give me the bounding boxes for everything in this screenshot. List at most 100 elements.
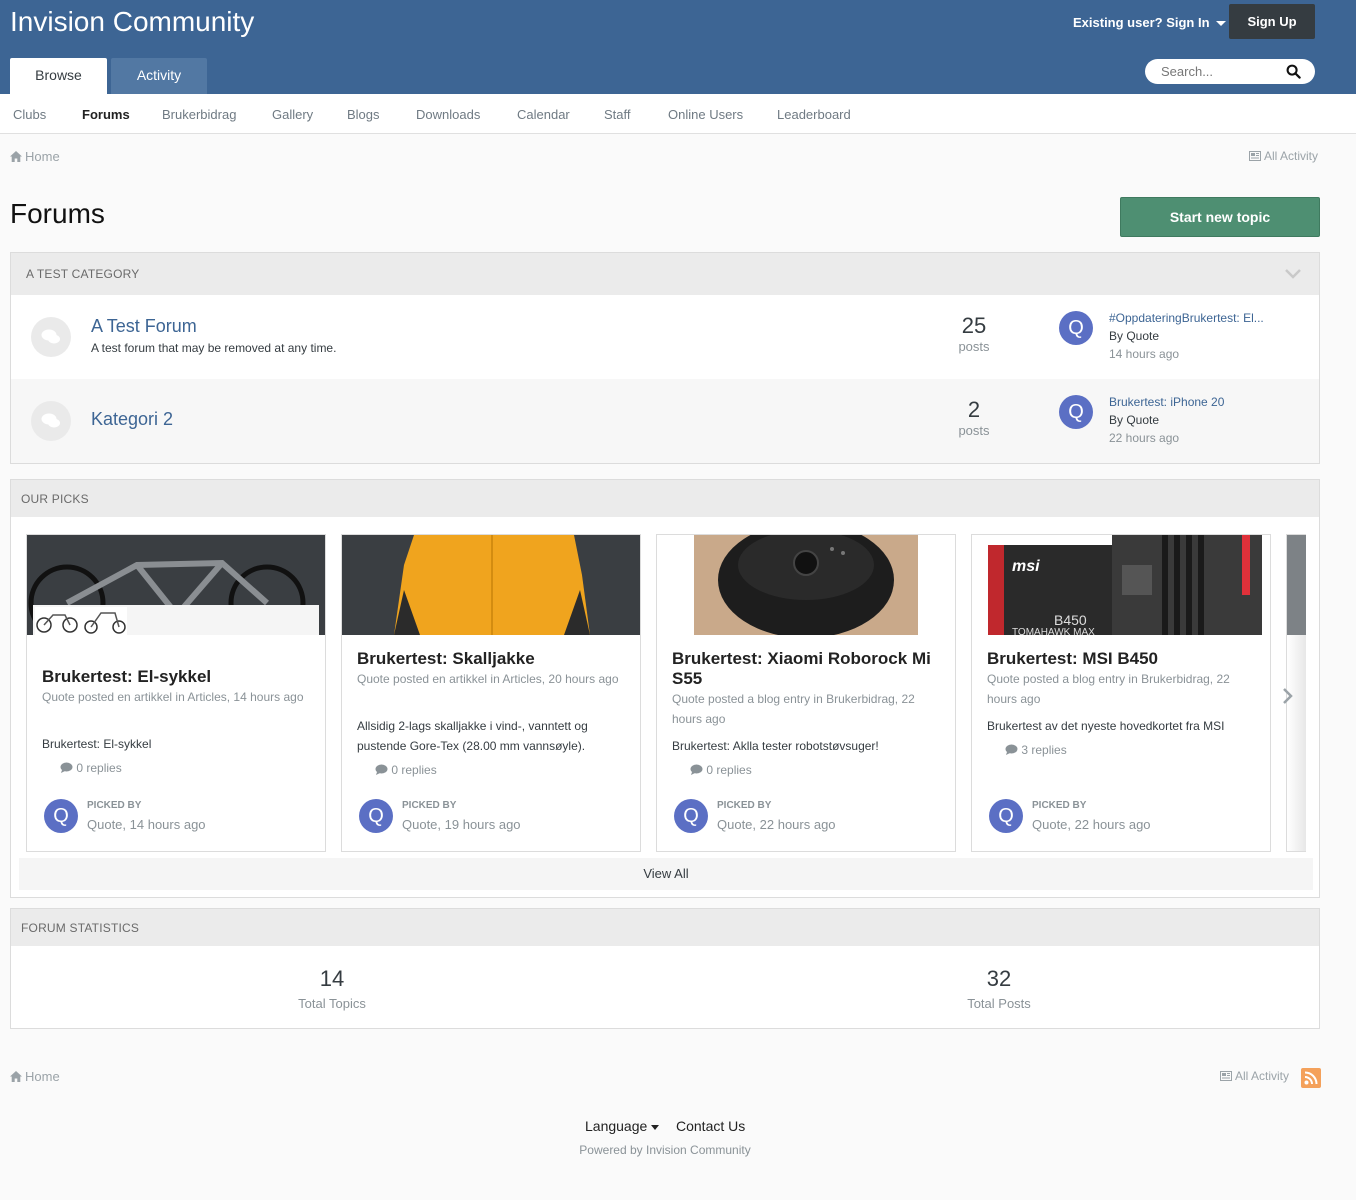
subnav-blogs[interactable]: Blogs bbox=[347, 107, 380, 122]
forum-title[interactable]: Kategori 2 bbox=[91, 409, 173, 430]
subnav-brukerbidrag[interactable]: Brukerbidrag bbox=[162, 107, 236, 122]
comment-icon bbox=[60, 762, 73, 773]
footer-breadcrumb-home[interactable]: Home bbox=[10, 1069, 60, 1084]
forum-post-count: 2 posts bbox=[941, 397, 1007, 438]
pick-replies[interactable]: 0 replies bbox=[690, 763, 752, 777]
subnav-leaderboard[interactable]: Leaderboard bbox=[777, 107, 851, 122]
site-title[interactable]: Invision Community bbox=[10, 6, 254, 38]
pick-meta: Quote posted a blog entry in Brukerbidra… bbox=[672, 692, 915, 726]
picked-by-value: Quote, 22 hours ago bbox=[1032, 817, 1151, 832]
chevron-right-icon[interactable] bbox=[1281, 686, 1295, 706]
footer-home-label: Home bbox=[25, 1069, 60, 1084]
search-icon[interactable] bbox=[1286, 64, 1301, 79]
newspaper-icon bbox=[1249, 151, 1261, 161]
pick-replies[interactable]: 0 replies bbox=[375, 763, 437, 777]
language-menu[interactable]: Language bbox=[585, 1118, 660, 1134]
pick-meta: Quote posted a blog entry in Brukerbidra… bbox=[987, 672, 1230, 706]
pick-image-motherboard: msi B450 TOMAHAWK MAX bbox=[972, 535, 1270, 635]
pick-meta: Quote posted en artikkel in Articles, 14… bbox=[42, 690, 304, 704]
pick-title[interactable]: Brukertest: El-sykkel bbox=[42, 667, 312, 687]
avatar[interactable]: Q bbox=[1059, 395, 1093, 429]
comment-icon bbox=[375, 764, 388, 775]
contact-us-link[interactable]: Contact Us bbox=[676, 1118, 745, 1134]
subnav-staff[interactable]: Staff bbox=[604, 107, 631, 122]
sign-up-button[interactable]: Sign Up bbox=[1229, 4, 1315, 39]
pick-card[interactable]: msi B450 TOMAHAWK MAX Brukertest: MSI B4… bbox=[971, 534, 1271, 852]
pick-replies[interactable]: 0 replies bbox=[60, 761, 122, 775]
avatar[interactable]: Q bbox=[989, 799, 1023, 833]
search-input[interactable]: Search... bbox=[1145, 59, 1315, 84]
picked-by-label: PICKED BY bbox=[717, 800, 772, 811]
pick-image-robot-vacuum bbox=[657, 535, 955, 635]
picked-by-value: Quote, 22 hours ago bbox=[717, 817, 836, 832]
pick-card[interactable]: Brukertest: Skalljakke Quote posted en a… bbox=[341, 534, 641, 852]
forum-title[interactable]: A Test Forum bbox=[91, 316, 197, 337]
pick-excerpt: Brukertest: Aklla tester robotstøvsuger! bbox=[672, 739, 879, 753]
comment-icon bbox=[1005, 744, 1018, 755]
forum-row: Kategori 2 2 posts Q Brukertest: iPhone … bbox=[11, 379, 1319, 463]
pick-excerpt: Brukertest av det nyeste hovedkortet fra… bbox=[987, 719, 1225, 733]
tab-browse[interactable]: Browse bbox=[10, 58, 107, 94]
stat-topics-label: Total Topics bbox=[298, 996, 366, 1011]
pick-image-bike bbox=[27, 535, 325, 635]
avatar[interactable]: Q bbox=[44, 799, 78, 833]
newspaper-icon bbox=[1220, 1071, 1232, 1081]
last-post-author[interactable]: By Quote bbox=[1109, 413, 1159, 427]
avatar[interactable]: Q bbox=[359, 799, 393, 833]
subnav-forums[interactable]: Forums bbox=[82, 107, 130, 122]
last-post-title[interactable]: Brukertest: iPhone 20 bbox=[1109, 395, 1279, 409]
post-count-label: posts bbox=[958, 339, 990, 354]
category-title-label: A TEST CATEGORY bbox=[26, 267, 140, 281]
tab-activity[interactable]: Activity bbox=[111, 58, 207, 94]
subnav-downloads[interactable]: Downloads bbox=[416, 107, 480, 122]
pick-replies[interactable]: 3 replies bbox=[1005, 743, 1067, 757]
rss-icon[interactable] bbox=[1301, 1068, 1321, 1088]
site-header: Invision Community Existing user? Sign I… bbox=[0, 0, 1356, 94]
pick-image-jacket bbox=[342, 535, 640, 635]
our-picks-panel: OUR PICKS Brukertest: El-sykkel Quote po… bbox=[10, 479, 1320, 898]
post-count-number: 2 bbox=[967, 397, 981, 422]
pick-meta: Quote posted en artikkel in Articles, 20… bbox=[357, 672, 619, 686]
powered-by-link[interactable]: Powered by Invision Community bbox=[0, 1143, 1330, 1157]
picked-by-label: PICKED BY bbox=[1032, 800, 1087, 811]
footer-all-activity-link[interactable]: All Activity bbox=[1220, 1069, 1289, 1083]
pick-replies-label: 0 replies bbox=[391, 763, 437, 777]
pick-card[interactable]: Brukertest: El-sykkel Quote posted en ar… bbox=[26, 534, 326, 852]
subnav-online-users[interactable]: Online Users bbox=[668, 107, 743, 122]
view-all-link[interactable]: View All bbox=[19, 858, 1313, 890]
last-post-title[interactable]: #OppdateringBrukertest: El... bbox=[1109, 311, 1279, 325]
forum-read-icon bbox=[31, 401, 71, 441]
subnav-clubs[interactable]: Clubs bbox=[13, 107, 46, 122]
pick-image-partial bbox=[1287, 535, 1306, 635]
pick-title[interactable]: Brukertest: Xiaomi Roborock Mi S55 bbox=[672, 649, 942, 689]
home-icon bbox=[10, 1071, 22, 1082]
category-title[interactable]: A TEST CATEGORY bbox=[11, 253, 1319, 295]
pick-replies-label: 3 replies bbox=[1021, 743, 1067, 757]
breadcrumb-home[interactable]: Home bbox=[10, 149, 60, 164]
avatar[interactable]: Q bbox=[674, 799, 708, 833]
all-activity-link[interactable]: All Activity bbox=[1249, 149, 1318, 163]
last-post-author[interactable]: By Quote bbox=[1109, 329, 1159, 343]
subnav-calendar[interactable]: Calendar bbox=[517, 107, 570, 122]
chevron-down-icon[interactable] bbox=[1285, 269, 1301, 279]
search-placeholder: Search... bbox=[1161, 64, 1214, 79]
start-new-topic-button[interactable]: Start new topic bbox=[1120, 197, 1320, 237]
pick-card[interactable]: Brukertest: Xiaomi Roborock Mi S55 Quote… bbox=[656, 534, 956, 852]
sub-navigation: Clubs Forums Brukerbidrag Gallery Blogs … bbox=[0, 94, 1356, 134]
pick-replies-label: 0 replies bbox=[76, 761, 122, 775]
avatar[interactable]: Q bbox=[1059, 311, 1093, 345]
our-picks-title: OUR PICKS bbox=[11, 480, 1319, 517]
stat-topics-number: 14 bbox=[319, 966, 345, 991]
pick-title[interactable]: Brukertest: Skalljakke bbox=[357, 649, 627, 669]
sign-in-link[interactable]: Existing user? Sign In bbox=[1073, 15, 1226, 30]
last-post-time: 14 hours ago bbox=[1109, 347, 1180, 361]
pick-title[interactable]: Brukertest: MSI B450 bbox=[987, 649, 1257, 669]
post-count-label: posts bbox=[958, 423, 990, 438]
page-title: Forums bbox=[10, 198, 105, 229]
forum-statistics-title: FORUM STATISTICS bbox=[11, 909, 1319, 946]
comment-icon bbox=[690, 764, 703, 775]
subnav-gallery[interactable]: Gallery bbox=[272, 107, 313, 122]
forum-description: A test forum that may be removed at any … bbox=[91, 341, 337, 355]
stat-posts-number: 32 bbox=[986, 966, 1012, 991]
b450-text: B450 bbox=[1054, 612, 1087, 628]
